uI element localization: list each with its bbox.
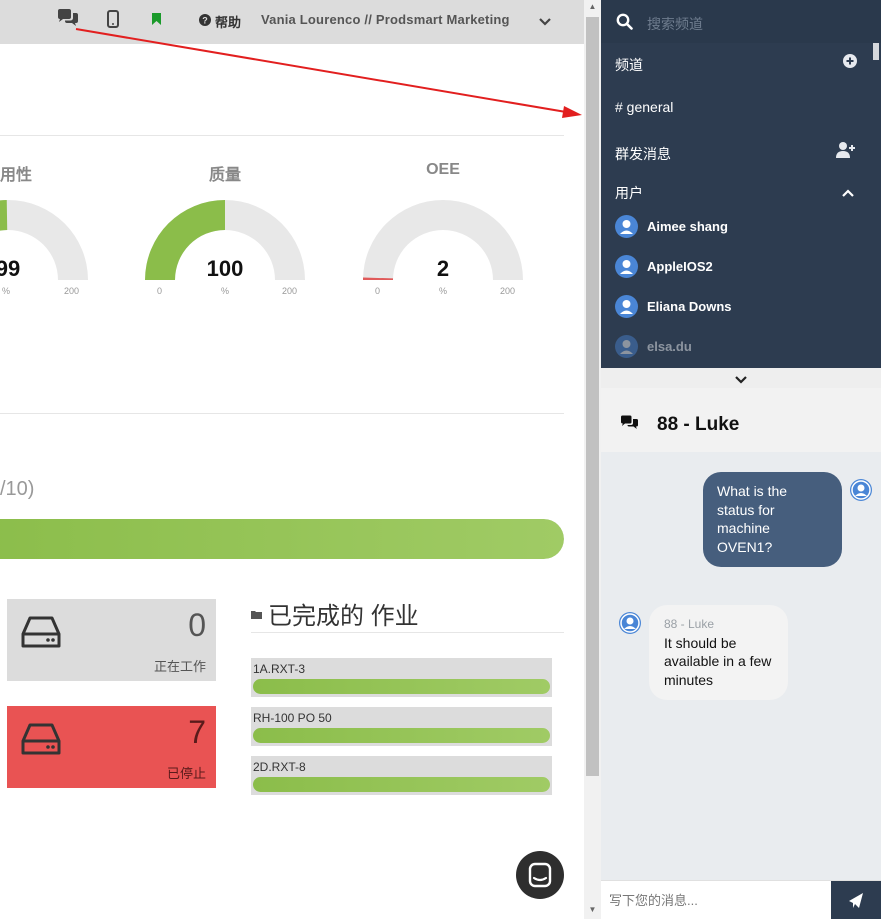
job-name: 1A.RXT-3 — [253, 662, 306, 676]
progress-bar — [0, 519, 564, 559]
user-avatar-icon — [850, 479, 872, 501]
bookmark-icon[interactable] — [151, 12, 162, 31]
user-avatar-icon — [619, 612, 641, 634]
job-progress-bar — [253, 679, 550, 694]
broadcast-header[interactable]: 群发消息 — [615, 144, 671, 164]
stat-working[interactable]: 0 正在工作 — [7, 599, 216, 681]
user-avatar-icon — [615, 255, 638, 278]
message-sender: 88 - Luke — [664, 617, 715, 631]
progress-label: /10) — [0, 478, 35, 500]
help-icon[interactable]: ? — [199, 13, 211, 31]
message-text: What is the status for machine OVEN1? — [717, 483, 788, 555]
chat-header: 88 - Luke — [601, 388, 881, 452]
message-composer — [601, 880, 881, 919]
gauge-max: 200 — [500, 286, 516, 296]
channel-search[interactable]: 搜索频道 — [601, 0, 881, 43]
divider — [251, 632, 564, 633]
message-input[interactable] — [601, 881, 831, 919]
channel-general[interactable]: # general — [615, 99, 673, 115]
stat-value: 7 — [188, 714, 206, 750]
gauge-title: 质量 — [208, 167, 241, 184]
top-bar: ? 帮助 Vania Lourenco // Prodsmart Marketi… — [0, 0, 584, 44]
gauge-title: 用性 — [0, 167, 32, 184]
gauge-min: 0 — [157, 286, 163, 296]
scroll-down-arrow[interactable]: ▼ — [586, 905, 599, 914]
svg-text:?: ? — [202, 16, 208, 26]
users-header[interactable]: 用户 — [615, 183, 643, 203]
user-name: AppleIOS2 — [647, 259, 713, 274]
add-user-icon[interactable] — [836, 141, 856, 164]
chat-title: 88 - Luke — [657, 414, 740, 435]
gauge-min: 0 — [375, 286, 381, 296]
completed-jobs-title: 已完成的 作业 — [268, 603, 419, 630]
app-root: ? 帮助 Vania Lourenco // Prodsmart Marketi… — [0, 0, 881, 919]
search-input[interactable]: 搜索频道 — [647, 14, 703, 34]
folder-icon — [251, 606, 262, 624]
gauge-max: 200 — [64, 286, 80, 296]
help-link[interactable]: 帮助 — [215, 12, 241, 31]
chat-messages: What is the status for machine OVEN1? 88… — [601, 452, 881, 880]
divider — [0, 413, 564, 414]
gauge-max: 200 — [282, 286, 298, 296]
job-name: RH-100 PO 50 — [253, 711, 332, 725]
message-incoming: 88 - Luke It should be available in a fe… — [649, 605, 788, 700]
job-item[interactable]: 2D.RXT-8 — [251, 756, 552, 795]
gauge-value: 100 — [206, 256, 244, 281]
sidebar-scrollbar[interactable] — [873, 43, 879, 60]
user-avatar-icon — [615, 215, 638, 238]
user-name: Aimee shang — [647, 219, 728, 234]
job-item[interactable]: 1A.RXT-3 — [251, 658, 552, 697]
job-name: 2D.RXT-8 — [253, 760, 306, 774]
user-avatar-icon — [615, 335, 638, 358]
mobile-icon[interactable] — [107, 10, 119, 33]
paper-plane-icon — [849, 893, 863, 908]
message-text: It should be available in a few minutes — [664, 634, 772, 688]
collapse-sidebar-toggle[interactable] — [601, 368, 881, 388]
gauge-unit: % — [2, 286, 11, 296]
conversation-icon — [620, 415, 640, 436]
chevron-down-icon[interactable] — [538, 14, 552, 32]
gauge-value: 2 — [436, 256, 450, 281]
channel-sidebar: 搜索频道 频道 # general 群发消息 用户 Aimee shang Ap… — [601, 0, 881, 368]
job-item[interactable]: RH-100 PO 50 — [251, 707, 552, 746]
stat-label: 已停止 — [166, 766, 206, 781]
page-scrollbar-thumb[interactable] — [586, 17, 599, 776]
support-chat-button[interactable] — [516, 851, 564, 899]
user-account-label[interactable]: Vania Lourenco // Prodsmart Marketing — [261, 12, 510, 27]
send-button[interactable] — [831, 881, 881, 919]
hard-drive-icon — [21, 722, 61, 761]
chevron-up-icon[interactable] — [841, 185, 855, 203]
channels-header: 频道 — [615, 57, 643, 73]
user-name: elsa.du — [647, 339, 692, 354]
user-avatar-icon — [615, 295, 638, 318]
gauge-value: 99 — [0, 256, 21, 281]
gauge-unit: % — [221, 286, 230, 296]
divider — [0, 135, 564, 136]
job-progress-bar — [253, 728, 550, 743]
gauge-title: OEE — [426, 161, 460, 178]
stat-value: 0 — [188, 607, 206, 643]
search-icon — [616, 13, 633, 35]
stat-label: 正在工作 — [153, 659, 206, 674]
hard-drive-icon — [21, 615, 61, 654]
stat-stopped[interactable]: 7 已停止 — [7, 706, 216, 788]
progress-bar-fill — [0, 519, 564, 559]
message-outgoing: What is the status for machine OVEN1? — [703, 472, 842, 567]
job-progress-bar — [253, 777, 550, 792]
add-channel-icon[interactable] — [843, 54, 857, 73]
scroll-up-arrow[interactable]: ▲ — [586, 2, 599, 11]
gauge-unit: % — [439, 286, 448, 296]
user-name: Eliana Downs — [647, 299, 732, 314]
chat-launcher-icon — [528, 862, 552, 888]
chat-icon[interactable] — [56, 8, 80, 33]
